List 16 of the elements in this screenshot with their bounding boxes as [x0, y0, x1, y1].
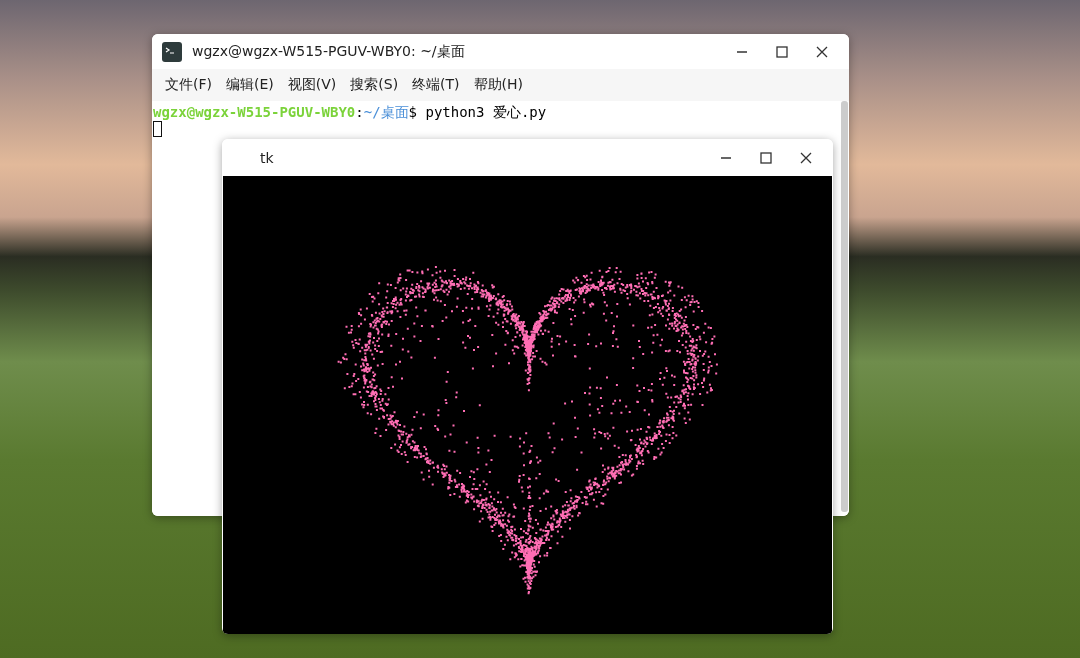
menu-item[interactable]: 帮助(H)	[468, 74, 529, 96]
window-title: tk	[259, 149, 275, 166]
menu-item[interactable]: 终端(T)	[407, 74, 465, 96]
close-icon	[816, 45, 828, 58]
command-line: wgzx@wgzx-W515-PGUV-WBY0:~/桌面$ python3 爱心.py	[153, 103, 548, 121]
window-title: wgzx@wgzx-W515-PGUV-WBY0: ~/桌面	[192, 42, 466, 61]
menu-item[interactable]: 文件(F)	[160, 74, 217, 96]
menu-item[interactable]: 编辑(E)	[221, 74, 279, 96]
menu-item[interactable]: 视图(V)	[282, 74, 342, 96]
text-cursor	[153, 121, 162, 137]
terminal-icon	[162, 41, 182, 62]
maximize-icon	[760, 151, 772, 164]
scrollbar[interactable]	[841, 101, 848, 512]
maximize-icon	[776, 45, 788, 58]
close-icon	[800, 151, 812, 164]
menu-item[interactable]: 搜索(S)	[345, 74, 404, 96]
